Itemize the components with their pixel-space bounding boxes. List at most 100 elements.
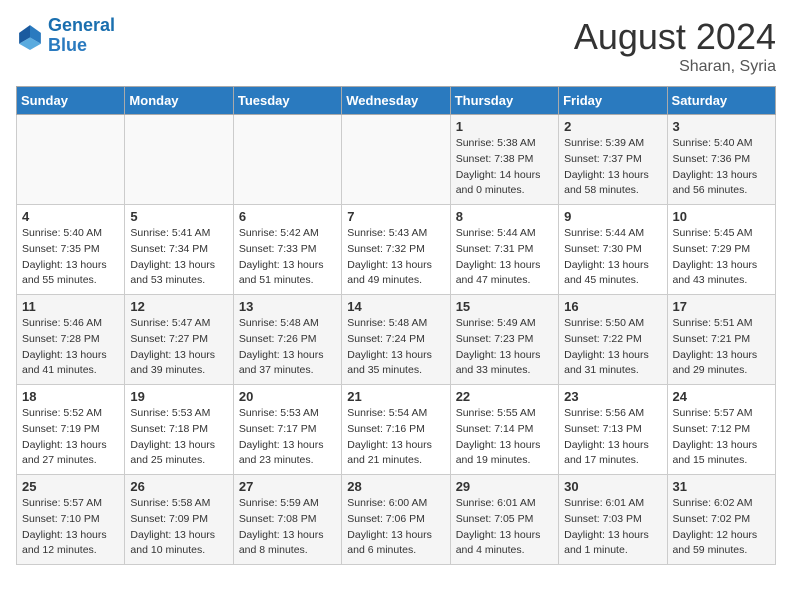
day-info: Sunrise: 5:46 AM Sunset: 7:28 PM Dayligh…	[22, 316, 119, 379]
calendar-cell: 10Sunrise: 5:45 AM Sunset: 7:29 PM Dayli…	[667, 205, 775, 295]
calendar-cell: 11 Sunrise: 5:46 AM Sunset: 7:28 PM Dayli…	[17, 295, 125, 385]
day-number: 2	[564, 119, 661, 134]
day-number: 16	[564, 299, 661, 314]
day-info: Sunrise: 5:56 AM Sunset: 7:13 PM Dayligh…	[564, 406, 661, 469]
day-number: 30	[564, 479, 661, 494]
day-info: Sunrise: 5:38 AM Sunset: 7:38 PM Dayligh…	[456, 136, 553, 199]
day-number: 24	[673, 389, 770, 404]
calendar-cell: 15 Sunrise: 5:49 AM Sunset: 7:23 PM Dayli…	[450, 295, 558, 385]
day-info: Sunrise: 6:00 AM Sunset: 7:06 PM Dayligh…	[347, 496, 444, 559]
day-info: Sunrise: 5:40 AM Sunset: 7:36 PM Dayligh…	[673, 136, 770, 199]
calendar-cell: 29 Sunrise: 6:01 AM Sunset: 7:05 PM Dayli…	[450, 475, 558, 565]
day-number: 14	[347, 299, 444, 314]
calendar-cell: 3 Sunrise: 5:40 AM Sunset: 7:36 PM Daylig…	[667, 115, 775, 205]
day-info: Sunrise: 5:49 AM Sunset: 7:23 PM Dayligh…	[456, 316, 553, 379]
logo-blue: Blue	[48, 36, 115, 56]
day-info: Sunrise: 5:57 AM Sunset: 7:12 PM Dayligh…	[673, 406, 770, 469]
day-info: Sunrise: 5:43 AM Sunset: 7:32 PM Dayligh…	[347, 226, 444, 289]
calendar-cell: 26 Sunrise: 5:58 AM Sunset: 7:09 PM Dayli…	[125, 475, 233, 565]
calendar-cell	[17, 115, 125, 205]
day-number: 13	[239, 299, 336, 314]
day-info: Sunrise: 5:53 AM Sunset: 7:18 PM Dayligh…	[130, 406, 227, 469]
day-number: 26	[130, 479, 227, 494]
calendar-cell: 31 Sunrise: 6:02 AM Sunset: 7:02 PM Dayli…	[667, 475, 775, 565]
calendar-cell	[233, 115, 341, 205]
calendar-header-tuesday: Tuesday	[233, 87, 341, 115]
day-info: Sunrise: 5:48 AM Sunset: 7:24 PM Dayligh…	[347, 316, 444, 379]
day-info: Sunrise: 6:02 AM Sunset: 7:02 PM Dayligh…	[673, 496, 770, 559]
day-info: Sunrise: 5:59 AM Sunset: 7:08 PM Dayligh…	[239, 496, 336, 559]
day-info: Sunrise: 5:54 AM Sunset: 7:16 PM Dayligh…	[347, 406, 444, 469]
calendar-cell: 12 Sunrise: 5:47 AM Sunset: 7:27 PM Dayli…	[125, 295, 233, 385]
day-number: 25	[22, 479, 119, 494]
calendar-week-row: 25 Sunrise: 5:57 AM Sunset: 7:10 PM Dayli…	[17, 475, 776, 565]
day-info: Sunrise: 6:01 AM Sunset: 7:03 PM Dayligh…	[564, 496, 661, 559]
page-header: General Blue August 2024 Sharan, Syria	[16, 16, 776, 76]
calendar-week-row: 11 Sunrise: 5:46 AM Sunset: 7:28 PM Dayli…	[17, 295, 776, 385]
day-info: Sunrise: 5:44 AM Sunset: 7:31 PM Dayligh…	[456, 226, 553, 289]
day-number: 27	[239, 479, 336, 494]
title-block: August 2024 Sharan, Syria	[574, 16, 776, 76]
calendar-cell: 30 Sunrise: 6:01 AM Sunset: 7:03 PM Dayli…	[559, 475, 667, 565]
day-number: 29	[456, 479, 553, 494]
day-number: 8	[456, 209, 553, 224]
calendar-cell: 20Sunrise: 5:53 AM Sunset: 7:17 PM Dayli…	[233, 385, 341, 475]
day-info: Sunrise: 5:44 AM Sunset: 7:30 PM Dayligh…	[564, 226, 661, 289]
day-number: 31	[673, 479, 770, 494]
day-info: Sunrise: 5:48 AM Sunset: 7:26 PM Dayligh…	[239, 316, 336, 379]
day-number: 19	[130, 389, 227, 404]
day-info: Sunrise: 5:39 AM Sunset: 7:37 PM Dayligh…	[564, 136, 661, 199]
day-number: 17	[673, 299, 770, 314]
calendar-cell: 8 Sunrise: 5:44 AM Sunset: 7:31 PM Daylig…	[450, 205, 558, 295]
calendar-cell: 21Sunrise: 5:54 AM Sunset: 7:16 PM Dayli…	[342, 385, 450, 475]
logo-text: General Blue	[48, 16, 115, 56]
day-info: Sunrise: 5:53 AM Sunset: 7:17 PM Dayligh…	[239, 406, 336, 469]
calendar-cell: 17 Sunrise: 5:51 AM Sunset: 7:21 PM Dayli…	[667, 295, 775, 385]
day-number: 11	[22, 299, 119, 314]
day-number: 15	[456, 299, 553, 314]
logo-icon	[16, 22, 44, 50]
location: Sharan, Syria	[574, 58, 776, 76]
day-number: 1	[456, 119, 553, 134]
calendar-header-monday: Monday	[125, 87, 233, 115]
calendar-cell: 1 Sunrise: 5:38 AM Sunset: 7:38 PM Daylig…	[450, 115, 558, 205]
calendar-cell: 16Sunrise: 5:50 AM Sunset: 7:22 PM Dayli…	[559, 295, 667, 385]
day-info: Sunrise: 5:51 AM Sunset: 7:21 PM Dayligh…	[673, 316, 770, 379]
calendar-cell: 9 Sunrise: 5:44 AM Sunset: 7:30 PM Daylig…	[559, 205, 667, 295]
day-number: 10	[673, 209, 770, 224]
day-number: 7	[347, 209, 444, 224]
day-info: Sunrise: 5:47 AM Sunset: 7:27 PM Dayligh…	[130, 316, 227, 379]
day-info: Sunrise: 5:40 AM Sunset: 7:35 PM Dayligh…	[22, 226, 119, 289]
day-number: 3	[673, 119, 770, 134]
calendar-cell: 28Sunrise: 6:00 AM Sunset: 7:06 PM Dayli…	[342, 475, 450, 565]
calendar-header-friday: Friday	[559, 87, 667, 115]
day-info: Sunrise: 5:58 AM Sunset: 7:09 PM Dayligh…	[130, 496, 227, 559]
calendar-header-wednesday: Wednesday	[342, 87, 450, 115]
calendar-cell: 27 Sunrise: 5:59 AM Sunset: 7:08 PM Dayli…	[233, 475, 341, 565]
logo: General Blue	[16, 16, 115, 56]
day-info: Sunrise: 5:57 AM Sunset: 7:10 PM Dayligh…	[22, 496, 119, 559]
day-number: 22	[456, 389, 553, 404]
calendar-cell: 6Sunrise: 5:42 AM Sunset: 7:33 PM Daylig…	[233, 205, 341, 295]
month-title: August 2024	[574, 16, 776, 58]
day-number: 9	[564, 209, 661, 224]
calendar-week-row: 18 Sunrise: 5:52 AM Sunset: 7:19 PM Dayli…	[17, 385, 776, 475]
calendar-header-row: SundayMondayTuesdayWednesdayThursdayFrid…	[17, 87, 776, 115]
day-info: Sunrise: 5:55 AM Sunset: 7:14 PM Dayligh…	[456, 406, 553, 469]
calendar-cell: 13 Sunrise: 5:48 AM Sunset: 7:26 PM Dayli…	[233, 295, 341, 385]
day-number: 18	[22, 389, 119, 404]
calendar-cell: 5Sunrise: 5:41 AM Sunset: 7:34 PM Daylig…	[125, 205, 233, 295]
day-info: Sunrise: 6:01 AM Sunset: 7:05 PM Dayligh…	[456, 496, 553, 559]
calendar-week-row: 1 Sunrise: 5:38 AM Sunset: 7:38 PM Daylig…	[17, 115, 776, 205]
calendar-cell: 4Sunrise: 5:40 AM Sunset: 7:35 PM Daylig…	[17, 205, 125, 295]
day-number: 12	[130, 299, 227, 314]
day-number: 6	[239, 209, 336, 224]
calendar-header-saturday: Saturday	[667, 87, 775, 115]
day-info: Sunrise: 5:41 AM Sunset: 7:34 PM Dayligh…	[130, 226, 227, 289]
calendar-cell: 24 Sunrise: 5:57 AM Sunset: 7:12 PM Dayli…	[667, 385, 775, 475]
calendar-cell: 25 Sunrise: 5:57 AM Sunset: 7:10 PM Dayli…	[17, 475, 125, 565]
calendar-table: SundayMondayTuesdayWednesdayThursdayFrid…	[16, 86, 776, 565]
calendar-cell	[342, 115, 450, 205]
day-info: Sunrise: 5:52 AM Sunset: 7:19 PM Dayligh…	[22, 406, 119, 469]
calendar-cell: 19 Sunrise: 5:53 AM Sunset: 7:18 PM Dayli…	[125, 385, 233, 475]
